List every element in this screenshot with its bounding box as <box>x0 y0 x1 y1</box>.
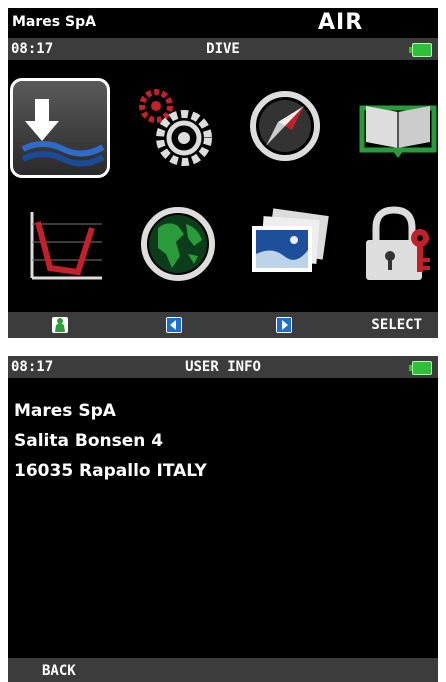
menu-item-dive-profile[interactable] <box>16 198 116 298</box>
status-bar: 08:17 USER INFO <box>8 356 438 378</box>
select-button[interactable]: SELECT <box>371 317 422 333</box>
top-bar: Mares SpA AIR <box>8 8 438 38</box>
back-button[interactable]: BACK <box>42 663 76 679</box>
gas-mode-label: AIR <box>318 10 364 35</box>
battery-icon <box>409 361 432 375</box>
battery-icon <box>409 43 432 57</box>
lock-key-icon <box>366 206 430 280</box>
menu-item-lock[interactable] <box>350 198 438 298</box>
user-info-text: Mares SpA Salita Bonsen 4 16035 Rapallo … <box>14 396 207 486</box>
menu-item-compass[interactable] <box>240 78 340 178</box>
menu-title: DIVE <box>206 41 240 57</box>
menu-item-settings[interactable] <box>128 78 228 178</box>
user-info-line: Mares SpA <box>14 401 116 421</box>
user-info-line: 16035 Rapallo ITALY <box>14 461 207 481</box>
left-arrow-icon[interactable] <box>166 317 182 333</box>
logbook-icon <box>359 105 437 158</box>
softkey-bar: SELECT <box>8 312 438 338</box>
photos-icon <box>252 208 329 272</box>
right-arrow-icon[interactable] <box>276 317 292 333</box>
menu-item-photos[interactable] <box>240 198 340 298</box>
user-info-line: Salita Bonsen 4 <box>14 431 164 451</box>
menu-item-logbook[interactable] <box>350 78 438 178</box>
diver-icon[interactable] <box>52 317 68 333</box>
user-info-screen: 08:17 USER INFO Mares SpA Salita Bonsen … <box>8 356 438 682</box>
menu-icon-grid <box>8 66 438 306</box>
menu-item-download[interactable] <box>10 78 110 178</box>
screen-title: USER INFO <box>185 359 261 375</box>
brand-label: Mares SpA <box>12 14 96 30</box>
download-dive-icon <box>21 99 105 167</box>
compass-icon <box>250 91 320 161</box>
globe-icon <box>141 207 215 281</box>
dive-profile-chart-icon <box>30 212 102 280</box>
dive-menu-screen: Mares SpA AIR 08:17 DIVE SELECT <box>8 8 438 338</box>
softkey-bar: BACK <box>8 658 438 682</box>
settings-gears-icon <box>139 89 212 166</box>
status-bar: 08:17 DIVE <box>8 38 438 60</box>
menu-item-globe[interactable] <box>128 198 228 298</box>
